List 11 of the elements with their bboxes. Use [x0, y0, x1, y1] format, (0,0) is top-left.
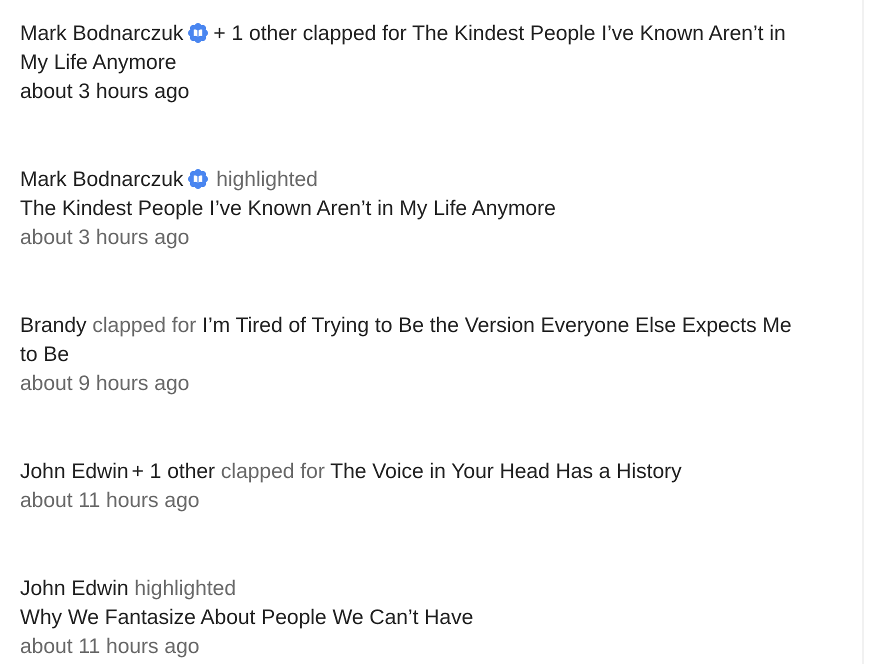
timestamp: about 3 hours ago	[20, 226, 190, 249]
story-title-link[interactable]: Why We Fantasize About People We Can’t Have	[20, 606, 474, 629]
timestamp: about 11 hours ago	[20, 635, 200, 658]
story-title-link[interactable]: The Kindest People I’ve Known Aren’t in My Life Anymore	[20, 197, 556, 220]
notification-text: Brandy clapped for I’m Tired of Trying to Be the Version Everyone Else Expects Me to Be	[20, 313, 793, 368]
timestamp: about 9 hours ago	[20, 372, 190, 395]
notification-text: John Edwin+ 1 other clapped for The Voice in Your Head Has a History	[20, 459, 683, 485]
notification-text: Mark Bodnarczuk highlighted	[20, 168, 318, 191]
timestamp: about 11 hours ago	[20, 489, 200, 512]
notification-text: John Edwin highlighted	[20, 577, 236, 600]
timestamp: about 3 hours ago	[20, 80, 190, 103]
